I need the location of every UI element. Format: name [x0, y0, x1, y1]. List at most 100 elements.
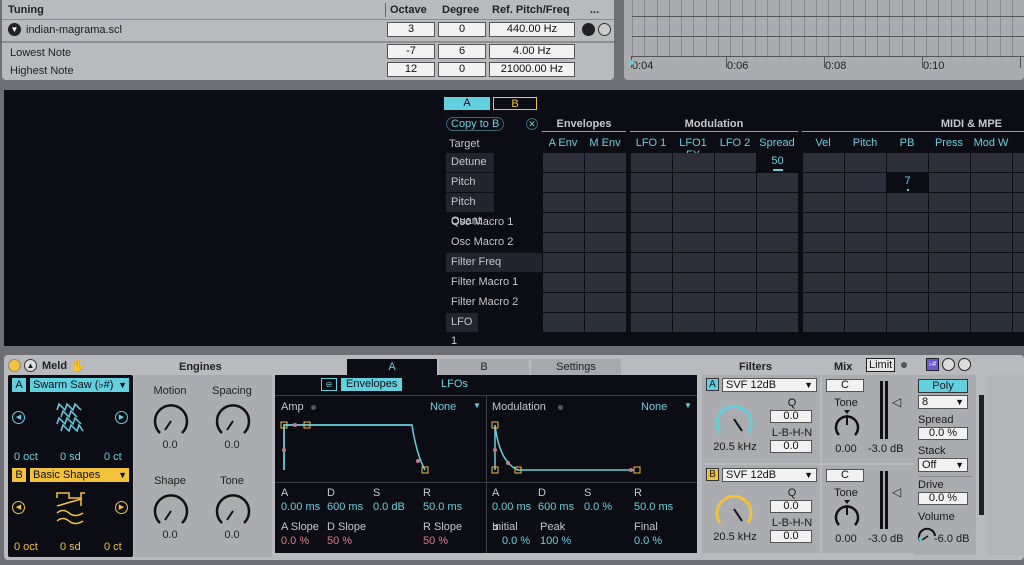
filter-badge[interactable]: A	[706, 378, 719, 391]
matrix-cell[interactable]	[631, 273, 672, 292]
save-icon[interactable]	[582, 23, 595, 36]
tone-knob[interactable]	[832, 409, 862, 439]
tuning-icon[interactable]: ♭#	[926, 358, 939, 371]
matrix-cell[interactable]	[845, 233, 886, 252]
matrix-cell[interactable]	[673, 213, 714, 232]
subtab-envelopes[interactable]: Envelopes	[341, 378, 403, 391]
tab-b[interactable]: B	[439, 359, 529, 375]
matrix-cell[interactable]: 7	[887, 173, 928, 192]
matrix-cell[interactable]	[803, 153, 844, 172]
matrix-cell[interactable]	[971, 173, 1012, 192]
matrix-cell[interactable]	[715, 273, 756, 292]
osc-b-ct[interactable]: 0 ct	[104, 541, 122, 553]
pan-field[interactable]: C	[826, 379, 864, 392]
level-slider-handle[interactable]: ◁	[892, 485, 901, 499]
matrix-cell[interactable]	[585, 313, 626, 332]
save-preset-icon[interactable]	[958, 358, 971, 371]
matrix-cell[interactable]	[585, 233, 626, 252]
matrix-tab-b[interactable]: B	[493, 97, 537, 110]
matrix-cell[interactable]	[803, 273, 844, 292]
playhead-marker[interactable]	[629, 60, 634, 65]
matrix-cell[interactable]	[887, 293, 928, 312]
matrix-cell[interactable]	[757, 313, 798, 332]
shape-knob[interactable]	[152, 491, 190, 527]
tone-knob[interactable]	[214, 491, 252, 527]
lowest-freq[interactable]: 4.00 Hz	[489, 44, 575, 59]
matrix-cell[interactable]	[673, 273, 714, 292]
matrix-cell[interactable]	[715, 233, 756, 252]
spread-field[interactable]: 0.0 %	[918, 427, 968, 440]
matrix-cell[interactable]	[585, 193, 626, 212]
env-param-value[interactable]: 0.0 %	[584, 501, 612, 513]
matrix-cell[interactable]	[887, 233, 928, 252]
matrix-cell[interactable]	[631, 293, 672, 312]
matrix-cell[interactable]	[845, 193, 886, 212]
copy-to-b-button[interactable]: Copy to B	[446, 117, 505, 131]
matrix-cell[interactable]	[1013, 253, 1024, 272]
matrix-cell[interactable]	[1013, 153, 1024, 172]
env-param-value[interactable]: 50.0 ms	[423, 501, 462, 513]
next-icon[interactable]: ▶	[115, 501, 128, 514]
matrix-cell[interactable]	[757, 233, 798, 252]
subtab-lfos[interactable]: LFOs	[441, 378, 468, 390]
target-row-label[interactable]: Osc Macro 1	[446, 213, 542, 232]
target-row-label[interactable]: Pitch Quant	[446, 193, 494, 227]
filter-type-dropdown[interactable]: SVF 12dB ▼	[722, 468, 817, 482]
voices-dropdown[interactable]: 8 ▼	[918, 395, 968, 409]
env-param-value[interactable]: 0.0 %	[634, 535, 662, 547]
matrix-cell[interactable]	[673, 313, 714, 332]
matrix-cell[interactable]	[1013, 193, 1024, 212]
matrix-cell[interactable]	[929, 233, 970, 252]
osc-b-sd[interactable]: 0 sd	[60, 541, 81, 553]
matrix-cell[interactable]	[803, 253, 844, 272]
ref-freq[interactable]: 440.00 Hz	[489, 22, 575, 37]
matrix-cell[interactable]	[1013, 233, 1024, 252]
matrix-cell[interactable]	[971, 293, 1012, 312]
matrix-cell[interactable]	[845, 313, 886, 332]
tab-a[interactable]: A	[347, 359, 437, 375]
matrix-cell[interactable]	[929, 253, 970, 272]
hot-swap-icon[interactable]	[942, 358, 955, 371]
osc-b-badge[interactable]: B	[12, 468, 26, 482]
osc-a-ct[interactable]: 0 ct	[104, 451, 122, 463]
amp-mod-dropdown[interactable]: None	[430, 401, 456, 413]
matrix-cell[interactable]	[929, 213, 970, 232]
tone-knob[interactable]	[832, 499, 862, 529]
matrix-cell[interactable]	[803, 313, 844, 332]
matrix-cell[interactable]	[845, 213, 886, 232]
clear-icon[interactable]: ✕	[526, 118, 538, 130]
matrix-cell[interactable]	[971, 193, 1012, 212]
highest-degree[interactable]: 0	[438, 62, 486, 77]
matrix-cell[interactable]	[673, 233, 714, 252]
env-param-value[interactable]: 0.0 %	[502, 535, 530, 547]
link-icon[interactable]: ⊖	[321, 378, 337, 391]
matrix-cell[interactable]	[585, 293, 626, 312]
matrix-cell[interactable]: 50	[757, 153, 798, 172]
matrix-cell[interactable]	[543, 313, 584, 332]
matrix-cell[interactable]	[585, 213, 626, 232]
limit-toggle[interactable]: Limit	[866, 358, 896, 372]
matrix-cell[interactable]	[757, 273, 798, 292]
osc-b-type-dropdown[interactable]: Basic Shapes ▼	[30, 468, 129, 482]
matrix-cell[interactable]	[887, 313, 928, 332]
matrix-cell[interactable]	[887, 253, 928, 272]
drive-field[interactable]: 0.0 %	[918, 492, 968, 505]
matrix-cell[interactable]	[803, 173, 844, 192]
target-row-label[interactable]: Filter Freq	[446, 253, 542, 272]
matrix-cell[interactable]	[715, 313, 756, 332]
matrix-cell[interactable]	[631, 173, 672, 192]
target-row-label[interactable]: Detune	[446, 153, 494, 172]
env-param-value[interactable]: 50 %	[423, 535, 448, 547]
matrix-cell[interactable]	[543, 193, 584, 212]
osc-a-badge[interactable]: A	[12, 378, 26, 392]
modenv-mod-dropdown[interactable]: None	[641, 401, 667, 413]
matrix-cell[interactable]	[887, 153, 928, 172]
lbhn-field[interactable]: 0.0	[770, 530, 812, 543]
matrix-cell[interactable]	[845, 273, 886, 292]
matrix-cell[interactable]	[803, 293, 844, 312]
spacing-knob[interactable]	[214, 401, 252, 437]
matrix-cell[interactable]	[929, 273, 970, 292]
target-row-label[interactable]: Pitch Mod	[446, 173, 494, 207]
more-button[interactable]: ...	[590, 4, 599, 16]
matrix-cell[interactable]	[585, 173, 626, 192]
